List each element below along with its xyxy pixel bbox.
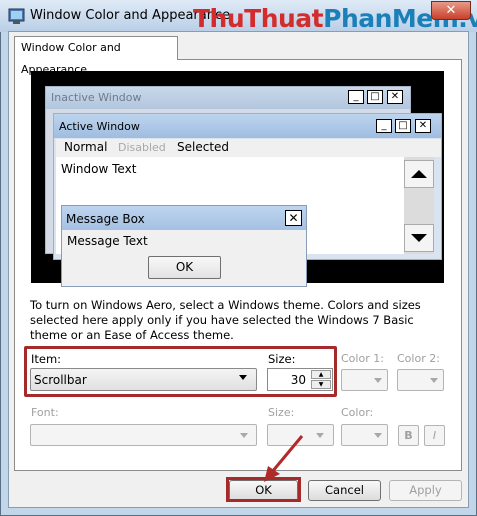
size-decrease-button[interactable]: ▼ <box>311 380 331 389</box>
font-size-chevron-icon <box>316 433 324 438</box>
preview-active-title: Active Window <box>59 120 140 133</box>
preview-message-ok-button[interactable]: OK <box>148 256 221 279</box>
preview-message-text: Message Text <box>67 234 148 248</box>
scroll-up-button[interactable] <box>404 160 434 188</box>
preview-menu-normal[interactable]: Normal <box>64 140 107 154</box>
italic-button[interactable]: I <box>424 425 445 446</box>
message-box-close-icon: ✕ <box>285 210 302 226</box>
color1-label: Color 1: <box>341 352 384 365</box>
preview-window-text: Window Text <box>61 162 137 176</box>
font-select[interactable] <box>30 424 257 446</box>
active-close-icon: ✕ <box>415 119 431 133</box>
font-label: Font: <box>31 406 59 419</box>
window-close-button[interactable]: ✕ <box>431 1 471 20</box>
aero-description: To turn on Windows Aero, select a Window… <box>30 298 421 342</box>
item-size-value: 30 <box>290 373 306 387</box>
color2-label: Color 2: <box>397 352 440 365</box>
inactive-minimize-icon: _ <box>348 90 364 104</box>
preview-menu-disabled[interactable]: Disabled <box>118 141 166 154</box>
font-color-chevron-icon <box>374 433 382 438</box>
inactive-maximize-icon: □ <box>367 90 383 104</box>
cancel-button[interactable]: Cancel <box>308 480 381 501</box>
size-increase-button[interactable]: ▲ <box>311 370 331 379</box>
tab-window-color-and-appearance[interactable]: Window Color and Appearance <box>14 36 178 76</box>
arrow-down-icon <box>411 234 427 242</box>
preview-inactive-title: Inactive Window <box>51 91 142 104</box>
item-size-label: Size: <box>268 352 296 366</box>
font-size-label: Size: <box>268 406 295 419</box>
active-minimize-icon: _ <box>376 119 392 133</box>
color2-chevron-icon <box>430 378 438 383</box>
preview-menu-selected[interactable]: Selected <box>177 140 229 154</box>
arrow-up-icon <box>411 170 427 178</box>
color1-chevron-icon <box>374 378 382 383</box>
window-color-icon <box>8 7 26 25</box>
inactive-close-icon: ✕ <box>387 90 403 104</box>
scroll-down-button[interactable] <box>404 224 434 252</box>
active-maximize-icon: □ <box>395 119 411 133</box>
apply-button[interactable]: Apply <box>389 480 462 501</box>
bold-button[interactable]: B <box>398 425 419 446</box>
preview-menu-bar[interactable] <box>56 139 441 157</box>
chevron-down-icon <box>239 375 247 380</box>
annotation-arrow-icon <box>240 432 310 487</box>
font-color-label: Color: <box>341 406 374 419</box>
watermark-part-1: ThuThuat <box>193 4 324 33</box>
item-select-value: Scrollbar <box>34 373 87 387</box>
preview-message-box-title: Message Box <box>66 212 145 226</box>
item-label: Item: <box>31 352 62 366</box>
